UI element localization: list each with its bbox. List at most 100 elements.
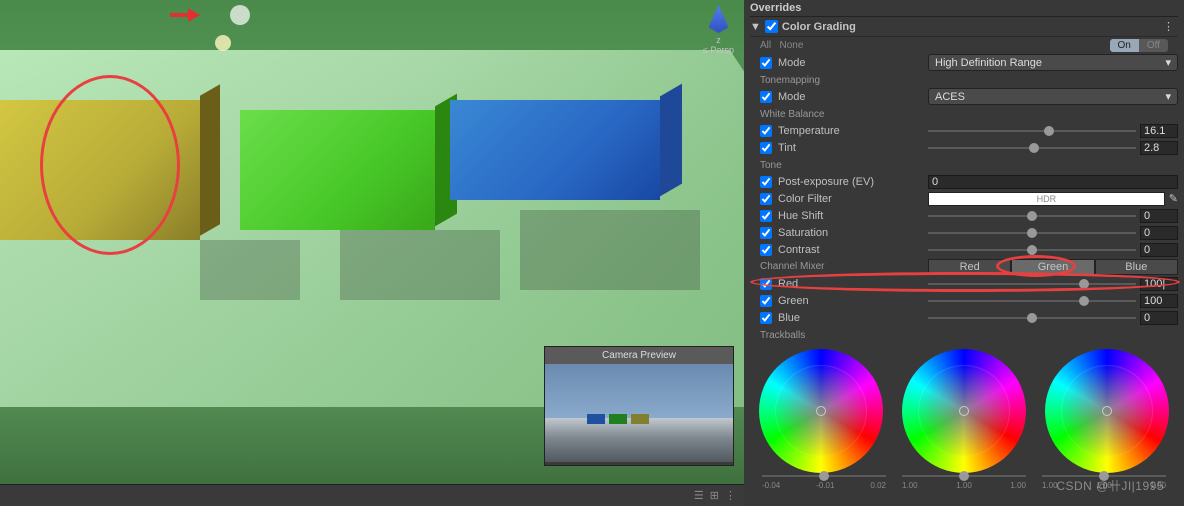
chevron-down-icon: ▾ xyxy=(1165,56,1171,69)
all-button[interactable]: All xyxy=(760,40,771,51)
color-filter-row: Color Filter HDR ✎ xyxy=(750,190,1178,207)
gain-trackball[interactable] xyxy=(1045,349,1169,473)
contrast-value-field[interactable]: 0 xyxy=(1140,243,1178,257)
tonemap-mode-row: Mode ACES▾ xyxy=(750,88,1178,105)
temperature-override-checkbox[interactable] xyxy=(760,125,772,137)
toolbar-icon[interactable]: ⊞ xyxy=(710,489,719,502)
tonemap-mode-dropdown[interactable]: ACES▾ xyxy=(928,88,1178,105)
color-filter-swatch[interactable]: HDR xyxy=(928,192,1165,206)
contrast-slider[interactable] xyxy=(928,249,1136,251)
channel-tab-green[interactable]: Green xyxy=(1011,259,1094,275)
tint-override-checkbox[interactable] xyxy=(760,142,772,154)
temperature-slider[interactable] xyxy=(928,130,1136,132)
tonemap-mode-override-checkbox[interactable] xyxy=(760,91,772,103)
tint-row: Tint 2.8 xyxy=(750,139,1178,156)
scene-view[interactable]: z ≤ Persp Camera Preview ☰ ⊞ ⋮ xyxy=(0,0,744,506)
mode-row: Mode High Definition Range▾ xyxy=(750,54,1178,71)
mode-override-checkbox[interactable] xyxy=(760,57,772,69)
gamma-trackball[interactable] xyxy=(902,349,1026,473)
hue-shift-label: Hue Shift xyxy=(778,210,928,222)
preview-cube xyxy=(631,414,649,424)
cm-green-label: Green xyxy=(778,295,928,307)
annotation-ellipse xyxy=(40,75,180,255)
tick-label: 1.00 xyxy=(1042,481,1058,490)
cm-blue-row: Blue 0 xyxy=(750,309,1178,326)
cm-red-label: Red xyxy=(778,278,928,290)
cm-blue-slider[interactable] xyxy=(928,317,1136,319)
off-toggle[interactable]: Off xyxy=(1139,39,1168,52)
hue-shift-slider[interactable] xyxy=(928,215,1136,217)
eyedropper-icon[interactable]: ✎ xyxy=(1169,192,1178,205)
cm-green-slider[interactable] xyxy=(928,300,1136,302)
cube-blue[interactable] xyxy=(450,100,660,200)
cm-blue-override-checkbox[interactable] xyxy=(760,312,772,324)
temperature-label: Temperature xyxy=(778,125,928,137)
saturation-value-field[interactable]: 0 xyxy=(1140,226,1178,240)
tint-label: Tint xyxy=(778,142,928,154)
temperature-value-field[interactable]: 16.1 xyxy=(1140,124,1178,138)
sun-gizmo-icon[interactable] xyxy=(215,35,231,51)
tint-slider[interactable] xyxy=(928,147,1136,149)
color-grading-enable-checkbox[interactable] xyxy=(765,20,778,33)
hue-shift-value-field[interactable]: 0 xyxy=(1140,209,1178,223)
tint-value-field[interactable]: 2.8 xyxy=(1140,141,1178,155)
gamma-mini-slider[interactable] xyxy=(902,475,1026,477)
mode-dropdown[interactable]: High Definition Range▾ xyxy=(928,54,1178,71)
channel-mixer-header-row: Channel Mixer Red Green Blue xyxy=(750,258,1178,275)
shadow xyxy=(200,240,300,300)
on-toggle[interactable]: On xyxy=(1110,39,1139,52)
lift-trackball[interactable] xyxy=(759,349,883,473)
camera-preview-content xyxy=(545,364,733,462)
none-button[interactable]: None xyxy=(779,40,803,51)
hue-shift-override-checkbox[interactable] xyxy=(760,210,772,222)
preview-cube xyxy=(609,414,627,424)
foldout-icon[interactable]: ▼ xyxy=(750,21,761,33)
contrast-row: Contrast 0 xyxy=(750,241,1178,258)
post-exposure-override-checkbox[interactable] xyxy=(760,176,772,188)
contrast-override-checkbox[interactable] xyxy=(760,244,772,256)
post-exposure-label: Post-exposure (EV) xyxy=(778,176,928,188)
trackballs-heading: Trackballs xyxy=(750,326,1178,343)
channel-tab-red[interactable]: Red xyxy=(928,259,1011,275)
shadow xyxy=(520,210,700,290)
white-balance-heading: White Balance xyxy=(750,105,1178,122)
channel-tab-blue[interactable]: Blue xyxy=(1095,259,1178,275)
tick-label: 0.02 xyxy=(870,481,886,490)
channel-mixer-heading: Channel Mixer xyxy=(760,261,928,272)
lift-mini-slider[interactable] xyxy=(762,475,886,477)
camera-preview: Camera Preview xyxy=(544,346,734,466)
cm-red-slider[interactable] xyxy=(928,283,1136,285)
cm-red-value-field[interactable]: 100| xyxy=(1140,277,1178,291)
orientation-gizmo[interactable]: z ≤ Persp xyxy=(703,5,734,55)
cube-green[interactable] xyxy=(240,110,435,230)
toolbar-icon[interactable]: ⋮ xyxy=(725,489,736,502)
cm-green-override-checkbox[interactable] xyxy=(760,295,772,307)
saturation-row: Saturation 0 xyxy=(750,224,1178,241)
persp-label[interactable]: ≤ Persp xyxy=(703,45,734,55)
post-exposure-row: Post-exposure (EV) 0 xyxy=(750,173,1178,190)
saturation-override-checkbox[interactable] xyxy=(760,227,772,239)
z-axis-cone-icon[interactable] xyxy=(709,5,729,33)
toolbar-icon[interactable]: ☰ xyxy=(694,489,704,502)
mode-label: Mode xyxy=(778,57,928,69)
saturation-slider[interactable] xyxy=(928,232,1136,234)
contrast-label: Contrast xyxy=(778,244,928,256)
color-filter-label: Color Filter xyxy=(778,193,928,205)
scene-bottom-bar: ☰ ⊞ ⋮ xyxy=(0,484,744,506)
cm-green-value-field[interactable]: 100 xyxy=(1140,294,1178,308)
post-exposure-value-field[interactable]: 0 xyxy=(928,175,1178,189)
cm-red-override-checkbox[interactable] xyxy=(760,278,772,290)
color-grading-title: Color Grading xyxy=(782,21,856,33)
tonemap-mode-label: Mode xyxy=(778,91,928,103)
color-filter-override-checkbox[interactable] xyxy=(760,193,772,205)
temperature-row: Temperature 16.1 xyxy=(750,122,1178,139)
hdr-badge: HDR xyxy=(1037,194,1057,204)
trackball-center-icon xyxy=(959,406,969,416)
color-grading-section-header[interactable]: ▼ Color Grading ⋮ xyxy=(750,17,1178,37)
preview-cube xyxy=(587,414,605,424)
cm-blue-value-field[interactable]: 0 xyxy=(1140,311,1178,325)
light-gizmo-icon[interactable] xyxy=(230,5,250,25)
overrides-header: Overrides xyxy=(750,0,1178,17)
section-menu-icon[interactable]: ⋮ xyxy=(1159,20,1178,33)
tick-label: -0.01 xyxy=(816,481,834,490)
